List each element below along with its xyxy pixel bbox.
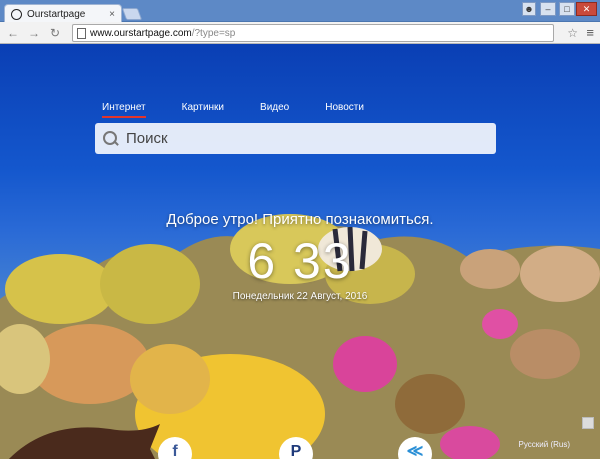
date-text: Понедельник 22 Август, 2016 xyxy=(232,291,368,302)
tab-news[interactable]: Новости xyxy=(325,102,364,118)
search-icon[interactable] xyxy=(102,130,120,148)
tab-images[interactable]: Картинки xyxy=(182,102,224,118)
url-host: www.ourstartpage.com xyxy=(90,27,192,39)
back-arrow-icon[interactable]: ← xyxy=(5,25,21,41)
tab-internet[interactable]: Интернет xyxy=(102,102,146,118)
search-category-tabs: Интернет Картинки Видео Новости xyxy=(102,102,364,118)
greeting-text: Доброе утро! Приятно познакомиться. xyxy=(166,211,434,228)
window-titlebar: Ourstartpage × ☻ – □ ✕ xyxy=(0,0,600,23)
tab-close-icon[interactable]: × xyxy=(109,9,115,20)
start-page: Интернет Картинки Видео Новости Доброе у… xyxy=(0,44,600,459)
browser-tab[interactable]: Ourstartpage × xyxy=(4,4,122,23)
forward-arrow-icon[interactable]: → xyxy=(26,25,42,41)
reload-icon[interactable]: ↻ xyxy=(47,25,63,41)
minimize-button[interactable]: – xyxy=(540,2,556,16)
new-tab-button[interactable] xyxy=(121,8,143,20)
page-icon xyxy=(77,27,86,39)
close-window-button[interactable]: ✕ xyxy=(576,2,597,16)
tab-video[interactable]: Видео xyxy=(260,102,289,118)
menu-icon[interactable]: ≡ xyxy=(586,25,594,40)
address-bar[interactable]: www.ourstartpage.com/?type=sp xyxy=(72,24,554,42)
maximize-button[interactable]: □ xyxy=(559,2,575,16)
star-icon[interactable]: ☆ xyxy=(567,26,578,40)
settings-square-icon[interactable] xyxy=(582,417,594,429)
browser-toolbar: ← → ↻ ⌂ www.ourstartpage.com/?type=sp ☆ … xyxy=(0,22,600,44)
tab-favicon-icon xyxy=(11,8,22,20)
url-path: /?type=sp xyxy=(191,27,236,39)
user-profile-icon[interactable]: ☻ xyxy=(522,2,536,16)
search-input[interactable] xyxy=(126,130,486,147)
clock: 6 33 xyxy=(247,233,353,289)
language-selector[interactable]: Русский (Rus) xyxy=(519,440,570,449)
tab-title: Ourstartpage xyxy=(27,8,86,20)
search-box[interactable] xyxy=(95,123,496,154)
